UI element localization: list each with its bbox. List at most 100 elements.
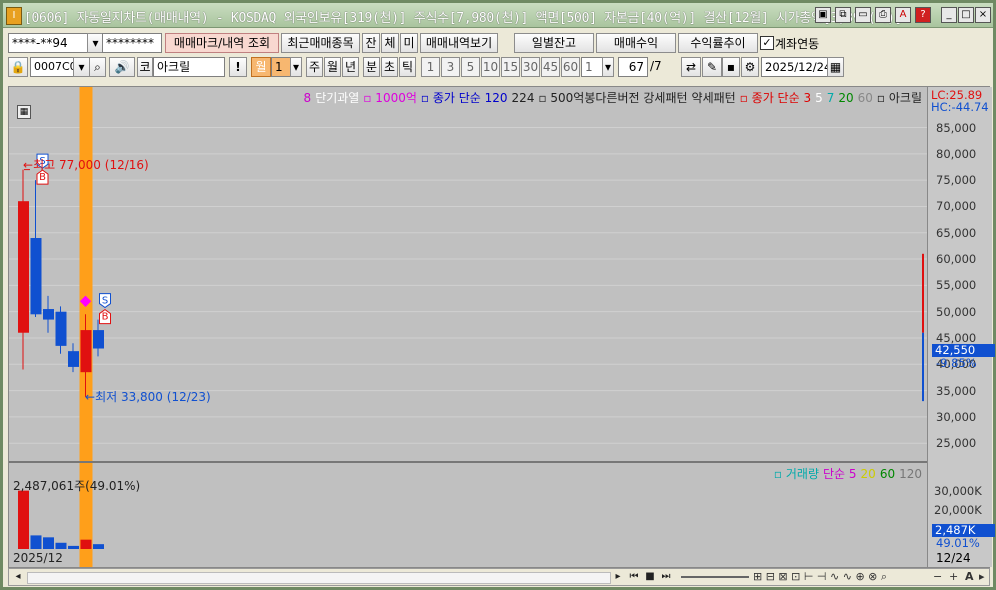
acrobat-icon[interactable]: A <box>895 7 911 23</box>
scroll-left-button[interactable]: ◂ <box>11 570 25 584</box>
screen-icon[interactable]: ▭ <box>855 7 871 23</box>
app-icon: I <box>6 7 22 25</box>
interval-dropdown[interactable]: ▾ <box>602 57 614 77</box>
interval-3[interactable]: 3 <box>441 57 460 77</box>
save-icon[interactable]: ▪ <box>722 57 740 77</box>
alert-button[interactable]: ! <box>229 57 247 77</box>
interval-5[interactable]: 5 <box>461 57 480 77</box>
window-icon[interactable]: ▣ <box>815 7 831 23</box>
period-second[interactable]: 초 <box>381 57 398 77</box>
period-tick[interactable]: 틱 <box>399 57 416 77</box>
recent-trades-button[interactable]: 최근매매종목 <box>281 33 360 53</box>
market-button[interactable]: 코 <box>137 57 153 77</box>
draw-tools-icons[interactable]: ⊞ ⊟ ⊠ ⊡ ⊢ ⊣ ∿ ∿ ⊕ ⊗ ⌕ <box>753 570 887 584</box>
interval-1[interactable]: 1 <box>421 57 440 77</box>
minimize-icon[interactable]: _ <box>941 7 957 23</box>
volume-legend-item-4[interactable]: 120 <box>899 467 922 481</box>
volume-legend: ▫ 거래량 단순 5 20 60 120 <box>9 465 922 482</box>
close-icon[interactable]: × <box>975 7 991 23</box>
volume-legend-item-0[interactable]: ▫ 거래량 <box>774 467 819 481</box>
price-legend-item-4[interactable]: 224 <box>512 91 535 105</box>
date-input[interactable]: 2025/12/24 <box>761 57 829 77</box>
price-legend-item-9[interactable]: 7 <box>827 91 835 105</box>
period-month[interactable]: 월 <box>324 57 341 77</box>
low-price-label: 최저 33,800 (12/23) <box>95 390 211 404</box>
rewind-button[interactable]: ⏮ <box>627 570 641 584</box>
restore-icon[interactable]: ⧉ <box>835 7 851 23</box>
trade-history-button[interactable]: 매매내역보기 <box>420 33 498 53</box>
sell-signal-icon[interactable]: S <box>99 293 111 309</box>
speaker-icon[interactable]: 🔊 <box>109 57 135 77</box>
tools-icon[interactable]: ✎ <box>702 57 722 77</box>
transfer-icon[interactable]: ⇄ <box>681 57 701 77</box>
interval-60[interactable]: 60 <box>561 57 580 77</box>
mark-history-button[interactable]: 매매마크/내역 조회 <box>165 33 279 53</box>
scroll-right-button[interactable]: ▸ <box>611 570 625 584</box>
calendar-icon[interactable]: ▦ <box>827 57 844 77</box>
period-month-active[interactable]: 월 <box>251 57 271 77</box>
grid-toggle-icon[interactable]: ▦ <box>17 105 31 119</box>
help-icon[interactable]: ? <box>915 7 931 23</box>
text-tool-icon[interactable]: A <box>965 570 974 583</box>
interval-30[interactable]: 30 <box>521 57 540 77</box>
stop-button[interactable]: ■ <box>643 570 657 584</box>
unfilled-button[interactable]: 미 <box>400 33 418 53</box>
price-legend-item-12[interactable]: ▫ 아크릴 <box>877 91 922 105</box>
interval-45[interactable]: 45 <box>541 57 560 77</box>
period-year[interactable]: 년 <box>342 57 359 77</box>
price-legend-item-5[interactable]: ▫ 500억봉다른버전 강세패턴 <box>538 91 687 105</box>
balance-button[interactable]: 잔 <box>362 33 380 53</box>
account-link-checkbox[interactable]: ✓ <box>760 36 774 50</box>
lock-icon[interactable]: 🔒 <box>8 57 28 77</box>
gear-icon[interactable]: ⚙ <box>741 57 759 77</box>
volume-legend-item-1[interactable]: 단순 5 <box>823 467 857 481</box>
price-legend-item-11[interactable]: 60 <box>858 91 873 105</box>
period-count[interactable]: 1 <box>271 57 291 77</box>
zoom-in-icon[interactable]: + <box>949 570 958 583</box>
scroll-end-icon[interactable]: ▸ <box>979 570 985 583</box>
interval-15[interactable]: 15 <box>501 57 520 77</box>
price-legend-item-6[interactable]: 약세패턴 <box>692 91 736 105</box>
price-tick: 30,000 <box>936 409 977 424</box>
title-bar: I [0606] 자동일지차트(매매내역) - KOSDAQ 외국인보유[319… <box>3 3 993 28</box>
daily-balance-button[interactable]: 일별잔고 <box>514 33 594 53</box>
period-count-dropdown[interactable]: ▾ <box>290 57 302 77</box>
price-legend-item-0[interactable]: 8 <box>304 91 312 105</box>
stock-name-field[interactable]: 아크릴 <box>153 57 225 77</box>
stock-code-input[interactable]: 0007C0 <box>30 57 74 77</box>
volume-bar <box>55 542 67 549</box>
search-icon[interactable]: ⌕ <box>89 57 106 77</box>
price-legend-item-7[interactable]: ▫ 종가 단순 3 <box>740 91 811 105</box>
code-dropdown-button[interactable]: ▾ <box>73 57 90 77</box>
svg-text:B: B <box>102 312 109 323</box>
volume-legend-item-2[interactable]: 20 <box>861 467 876 481</box>
horizontal-scrollbar[interactable] <box>27 572 611 584</box>
price-legend-item-2[interactable]: ▫ 1000억 <box>363 91 417 105</box>
period-week[interactable]: 주 <box>306 57 323 77</box>
hc-label: HC:-44.74 <box>931 100 989 114</box>
interval-10[interactable]: 10 <box>481 57 500 77</box>
fast-forward-button[interactable]: ⏭ <box>659 570 673 584</box>
volume-legend-item-3[interactable]: 60 <box>880 467 895 481</box>
chart-panel[interactable]: SBSB 8 단기과열 ▫ 1000억 ▫ 종가 단순 120 224 ▫ 500억봉다른… <box>8 86 995 568</box>
price-axis[interactable]: LC:25.89 HC:-44.74 85,000 80,000 75,000 70,… <box>927 87 995 567</box>
pane-divider[interactable] <box>9 461 991 463</box>
trade-profit-button[interactable]: 매매수익 <box>596 33 676 53</box>
return-trend-button[interactable]: 수익률추이 <box>678 33 758 53</box>
account-select[interactable]: ****-**94 <box>8 33 88 53</box>
bar-count-input[interactable]: 67 <box>618 57 648 77</box>
price-legend-item-10[interactable]: 20 <box>838 91 853 105</box>
price-legend-item-8[interactable]: 5 <box>815 91 823 105</box>
zoom-slider[interactable] <box>681 576 749 578</box>
price-tick: 80,000 <box>936 146 977 161</box>
password-field[interactable]: ******** <box>102 33 162 53</box>
price-legend-item-1[interactable]: 단기과열 <box>315 91 359 105</box>
execution-button[interactable]: 체 <box>381 33 399 53</box>
price-legend-item-3[interactable]: ▫ 종가 단순 120 <box>421 91 508 105</box>
period-minute[interactable]: 분 <box>363 57 380 77</box>
print-icon[interactable]: ⎙ <box>875 7 891 23</box>
zoom-out-icon[interactable]: − <box>933 570 942 583</box>
high-price-label: 최고 77,000 (12/16) <box>33 158 149 172</box>
maximize-icon[interactable]: □ <box>958 7 974 23</box>
interval-select[interactable]: 1 <box>581 57 603 77</box>
